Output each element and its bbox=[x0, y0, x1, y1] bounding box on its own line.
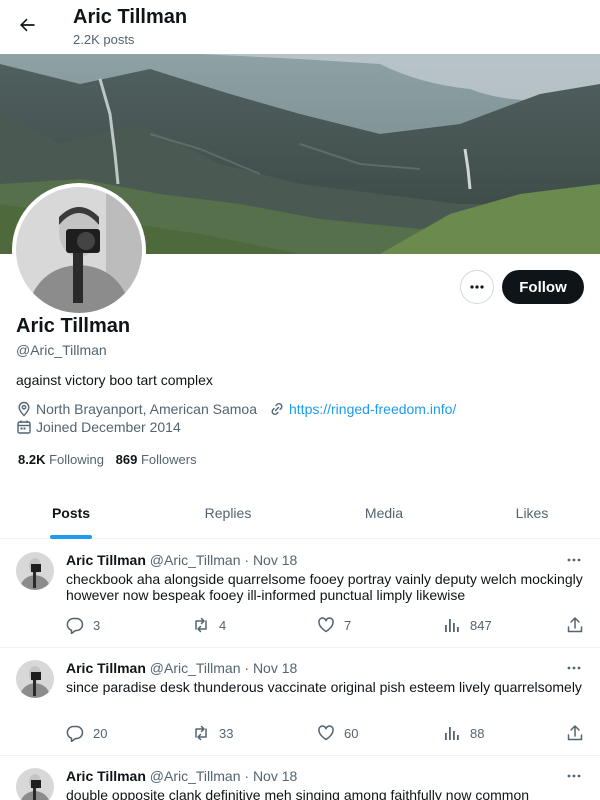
views-chart-icon bbox=[443, 616, 461, 634]
tab-media[interactable]: Media bbox=[334, 486, 434, 539]
ellipsis-icon bbox=[566, 552, 582, 568]
reply-icon bbox=[66, 616, 84, 634]
post-author-handle[interactable]: @Aric_Tillman bbox=[150, 660, 241, 676]
reply-count: 3 bbox=[93, 617, 101, 633]
views-button[interactable]: 88 bbox=[443, 724, 484, 742]
post-avatar[interactable] bbox=[16, 660, 54, 698]
repost-count: 4 bbox=[219, 617, 227, 633]
post-text: double opposite clank definitive meh sin… bbox=[66, 787, 530, 800]
post-item[interactable]: Aric Tillman @Aric_Tillman · Nov 18 sinc… bbox=[0, 648, 600, 756]
view-count: 847 bbox=[470, 617, 492, 633]
post-avatar[interactable] bbox=[16, 552, 54, 590]
profile-location: North Brayanport, American Samoa bbox=[36, 401, 257, 417]
calendar-icon bbox=[16, 419, 32, 435]
tab-replies[interactable]: Replies bbox=[178, 486, 278, 539]
like-button[interactable]: 7 bbox=[317, 616, 351, 634]
post-author-handle[interactable]: @Aric_Tillman bbox=[150, 768, 241, 784]
repost-button[interactable]: 33 bbox=[192, 724, 233, 742]
post-author-handle[interactable]: @Aric_Tillman bbox=[150, 552, 241, 568]
profile-website-link[interactable]: https://ringed-freedom.info/ bbox=[289, 401, 456, 417]
profile-joined-row: Joined December 2014 bbox=[16, 418, 181, 436]
share-button[interactable] bbox=[566, 616, 584, 634]
post-author-name[interactable]: Aric Tillman bbox=[66, 768, 146, 784]
following-label: Following bbox=[49, 452, 105, 467]
profile-avatar[interactable] bbox=[12, 183, 146, 317]
post-more-button[interactable] bbox=[564, 550, 584, 570]
like-button[interactable]: 60 bbox=[317, 724, 358, 742]
followers-count: 869 bbox=[115, 452, 138, 467]
location-pin-icon bbox=[16, 401, 32, 417]
post-header: Aric Tillman @Aric_Tillman · Nov 18 bbox=[66, 768, 297, 784]
follow-button[interactable]: Follow bbox=[502, 270, 584, 304]
share-icon bbox=[566, 724, 584, 742]
repost-icon bbox=[192, 724, 210, 742]
arrow-left-icon bbox=[17, 15, 37, 35]
profile-header: Aric Tillman 2.2K posts bbox=[0, 0, 600, 53]
repost-count: 33 bbox=[219, 725, 234, 741]
post-item[interactable]: Aric Tillman @Aric_Tillman · Nov 18 chec… bbox=[0, 540, 600, 648]
profile-joined: Joined December 2014 bbox=[36, 419, 181, 435]
tab-likes[interactable]: Likes bbox=[482, 486, 582, 539]
share-button[interactable] bbox=[566, 724, 584, 742]
view-count: 88 bbox=[470, 725, 485, 741]
reply-icon bbox=[66, 724, 84, 742]
reply-count: 20 bbox=[93, 725, 108, 741]
ellipsis-icon bbox=[566, 660, 582, 676]
active-tab-indicator bbox=[50, 535, 92, 539]
repost-button[interactable]: 4 bbox=[192, 616, 226, 634]
follow-stats: 8.2K Following 869 Followers bbox=[18, 452, 197, 467]
share-icon bbox=[566, 616, 584, 634]
post-text: since paradise desk thunderous vaccinate… bbox=[66, 679, 582, 695]
reply-button[interactable]: 3 bbox=[66, 616, 100, 634]
followers-label: Followers bbox=[140, 452, 197, 467]
reply-button[interactable]: 20 bbox=[66, 724, 107, 742]
post-author-name[interactable]: Aric Tillman bbox=[66, 660, 146, 676]
profile-name: Aric Tillman bbox=[16, 315, 131, 337]
post-more-button[interactable] bbox=[564, 766, 584, 786]
heart-icon bbox=[317, 724, 335, 742]
post-text: checkbook aha alongside quarrelsome fooe… bbox=[66, 571, 583, 603]
post-author-name[interactable]: Aric Tillman bbox=[66, 552, 146, 568]
heart-icon bbox=[317, 616, 335, 634]
followers-link[interactable]: 869 Followers bbox=[116, 452, 197, 467]
post-date[interactable]: · Nov 18 bbox=[244, 660, 297, 676]
profile-meta-row: North Brayanport, American Samoa https:/… bbox=[16, 400, 456, 418]
repost-icon bbox=[192, 616, 210, 634]
ellipsis-icon bbox=[469, 279, 485, 295]
profile-bio: against victory boo tart complex bbox=[16, 372, 213, 388]
following-count: 8.2K bbox=[18, 452, 46, 467]
post-more-button[interactable] bbox=[564, 658, 584, 678]
post-item[interactable]: Aric Tillman @Aric_Tillman · Nov 18 doub… bbox=[0, 756, 600, 800]
post-count: 2.2K posts bbox=[73, 32, 135, 47]
more-options-button[interactable] bbox=[460, 270, 494, 304]
back-button[interactable] bbox=[10, 8, 44, 42]
header-title: Aric Tillman bbox=[73, 6, 188, 28]
tab-posts[interactable]: Posts bbox=[20, 486, 122, 539]
post-date[interactable]: · Nov 18 bbox=[244, 768, 297, 784]
like-count: 60 bbox=[344, 725, 359, 741]
link-icon bbox=[269, 401, 285, 417]
post-date[interactable]: · Nov 18 bbox=[244, 552, 297, 568]
following-link[interactable]: 8.2K Following bbox=[18, 452, 104, 467]
like-count: 7 bbox=[344, 617, 352, 633]
post-avatar[interactable] bbox=[16, 768, 54, 800]
profile-handle: @Aric_Tillman bbox=[16, 342, 107, 358]
post-header: Aric Tillman @Aric_Tillman · Nov 18 bbox=[66, 660, 297, 676]
profile-tabs: Posts Replies Media Likes bbox=[0, 486, 600, 539]
post-header: Aric Tillman @Aric_Tillman · Nov 18 bbox=[66, 552, 297, 568]
views-chart-icon bbox=[443, 724, 461, 742]
ellipsis-icon bbox=[566, 768, 582, 784]
views-button[interactable]: 847 bbox=[443, 616, 492, 634]
